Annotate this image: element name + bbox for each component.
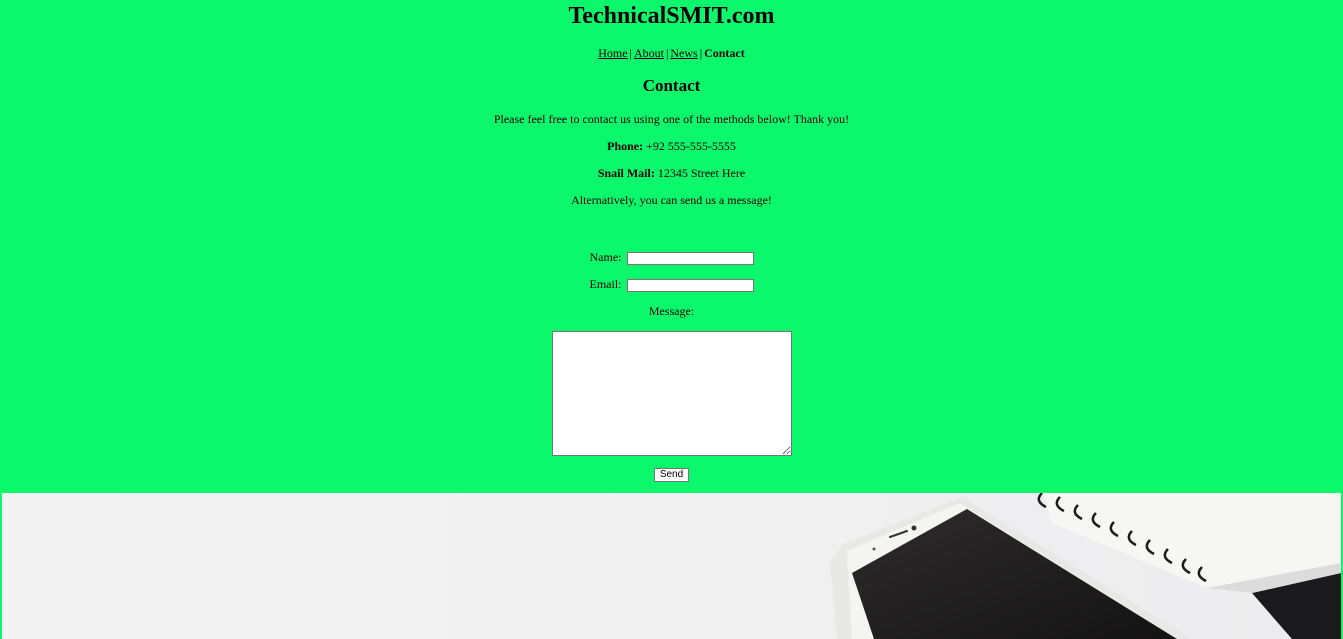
nav-link-news[interactable]: News	[670, 46, 697, 60]
intro-text: Please feel free to contact us using one…	[493, 112, 850, 126]
name-row: Name:	[0, 249, 1343, 265]
name-label: Name:	[589, 250, 622, 264]
mail-line: Snail Mail: 12345 Street Here	[0, 165, 1343, 181]
content-area: TechnicalSMIT.com Home | About | News | Contac…	[0, 0, 1343, 493]
name-input[interactable]	[626, 251, 754, 265]
page: TechnicalSMIT.com Home | About | News | Contac…	[0, 0, 1343, 639]
phone-label: Phone:	[607, 139, 644, 153]
email-row: Email:	[0, 276, 1343, 292]
phone-value: +92 555-555-5555	[646, 139, 736, 153]
message-textarea[interactable]	[552, 331, 792, 456]
alternative-text: Alternatively, you can send us a message…	[571, 193, 772, 207]
nav-current-contact: Contact	[704, 46, 745, 60]
send-button[interactable]: Send	[654, 468, 689, 482]
nav-link-about[interactable]: About	[634, 46, 664, 60]
site-title: TechnicalSMIT.com	[568, 3, 775, 29]
phone-line: Phone: +92 555-555-5555	[0, 138, 1343, 154]
message-row: Message:	[0, 303, 1343, 319]
main-nav: Home | About | News | Contact	[0, 45, 1343, 61]
desk-phone-notebook-photo	[2, 493, 1341, 639]
nav-link-home[interactable]: Home	[598, 46, 627, 60]
page-title: Contact	[642, 76, 701, 95]
mail-value: 12345 Street Here	[657, 166, 746, 180]
mail-label: Snail Mail:	[597, 166, 655, 180]
email-label: Email:	[589, 277, 622, 291]
email-input[interactable]	[626, 278, 754, 292]
message-label: Message:	[648, 304, 695, 318]
photo-illustration	[2, 493, 1341, 639]
